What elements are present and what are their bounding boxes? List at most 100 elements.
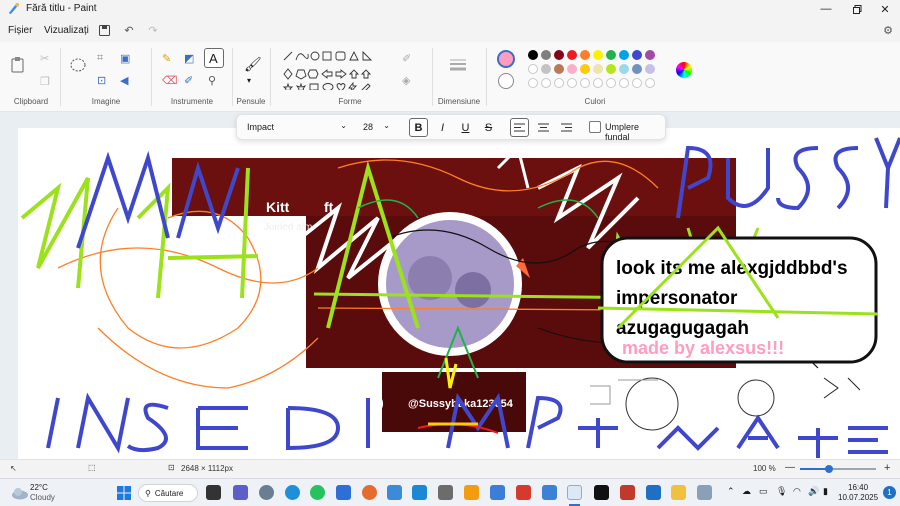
app-icon[interactable] [464,485,479,500]
fill-icon[interactable]: ◩ [184,52,198,66]
notifications-icon[interactable]: 1 [883,486,896,499]
font-size-select[interactable]: 28 ⌄ [357,118,395,137]
whatsapp-icon[interactable] [310,485,325,500]
bold-button[interactable]: B [409,118,428,137]
custom-color-slot[interactable] [632,78,642,88]
color-swatch[interactable] [567,50,577,60]
app-icon[interactable] [387,485,402,500]
app-l-icon[interactable] [412,485,427,500]
settings-icon[interactable]: ⚙ [880,22,896,38]
color-swatch[interactable] [645,50,655,60]
color-swatch[interactable] [580,50,590,60]
brush-icon[interactable]: 🖌 [244,56,262,72]
color-swatch[interactable] [528,64,538,74]
onedrive-icon[interactable]: ☁ [742,486,751,497]
app-icon[interactable] [620,485,635,500]
italic-button[interactable]: I [433,118,452,137]
minimize-button[interactable]: — [811,0,841,18]
magnifier-icon[interactable]: ⚲ [208,74,222,88]
color-swatch[interactable] [606,64,616,74]
fill-background-checkbox[interactable] [589,121,601,133]
app-icon[interactable] [594,485,609,500]
teams-icon[interactable] [233,485,248,500]
color-swatch[interactable] [593,50,603,60]
settings-app-icon[interactable] [259,485,274,500]
zoom-out-button[interactable]: — [785,462,795,473]
close-button[interactable]: ✕ [870,0,900,18]
chevron-down-icon[interactable]: ▾ [247,76,261,90]
custom-color-slot[interactable] [580,78,590,88]
edge-icon[interactable] [285,485,300,500]
color-swatch[interactable] [528,50,538,60]
underline-button[interactable]: U [456,118,475,137]
custom-color-slot[interactable] [593,78,603,88]
color-swatch[interactable] [645,64,655,74]
task-view-icon[interactable] [206,485,221,500]
align-right-button[interactable] [557,118,576,137]
color-swatch[interactable] [541,64,551,74]
color-swatch[interactable] [554,64,564,74]
zoom-slider-thumb[interactable] [825,465,833,473]
custom-color-slot[interactable] [567,78,577,88]
battery-icon[interactable]: ▮ [823,486,828,497]
shape-fill-icon[interactable]: ◈ [402,74,416,88]
clock-date[interactable]: 10.07.2025 [838,493,878,502]
color-swatch[interactable] [619,50,629,60]
app-icon[interactable] [542,485,557,500]
color-picker-icon[interactable]: ✐ [184,74,198,88]
app-icon[interactable] [697,485,712,500]
resize-icon[interactable]: ▣ [120,52,134,66]
font-family-select[interactable]: Impact ⌄ [241,118,353,137]
custom-color-slot[interactable] [554,78,564,88]
color-swatch[interactable] [606,50,616,60]
paste-icon[interactable] [10,56,26,74]
redo-icon[interactable]: ↷ [145,22,161,38]
align-left-button[interactable] [510,118,529,137]
chevron-up-icon[interactable]: ⌃ [727,486,735,497]
rotate-icon[interactable]: ◀ [120,74,134,88]
menu-file[interactable]: Fișier [8,25,32,36]
taskbar-search[interactable]: ⚲ Căutare [138,484,198,502]
outline-icon[interactable]: ✐ [402,52,416,66]
secondary-color-swatch[interactable] [498,73,514,89]
color-swatch[interactable] [567,64,577,74]
pencil-icon[interactable]: ✎ [162,52,176,66]
image-resize-icon[interactable]: ⊡ [97,74,111,88]
zoom-slider[interactable] [800,465,876,473]
save-icon[interactable] [96,22,112,38]
custom-color-slot[interactable] [645,78,655,88]
edit-colors-icon[interactable] [676,62,692,78]
app-icon[interactable] [516,485,531,500]
weather-temp[interactable]: 22°C [30,483,48,492]
select-icon[interactable] [70,57,86,73]
store-icon[interactable] [336,485,351,500]
copy-icon[interactable]: ❐ [40,75,54,89]
camera-icon[interactable] [438,485,453,500]
eraser-icon[interactable]: ⌫ [162,74,178,88]
wifi-icon[interactable]: ◠ [793,486,801,497]
custom-color-slot[interactable] [541,78,551,88]
line-size-icon[interactable] [450,58,468,72]
drawing-canvas[interactable]: Kitt ft Joined alm ol) @Sussybaka123654 [18,128,900,459]
custom-color-slot[interactable] [619,78,629,88]
maximize-button[interactable] [842,0,872,18]
file-explorer-icon[interactable] [671,485,686,500]
color-swatch[interactable] [632,64,642,74]
weather-desc[interactable]: Cloudy [30,493,55,502]
color-swatch[interactable] [593,64,603,74]
align-center-button[interactable] [534,118,553,137]
paint-taskbar-icon[interactable] [567,485,582,500]
undo-icon[interactable]: ↶ [121,22,137,38]
color-swatch[interactable] [632,50,642,60]
microphone-icon[interactable]: 🎙 [776,486,787,497]
color-swatch[interactable] [619,64,629,74]
primary-color-swatch[interactable] [497,50,515,68]
network-icon[interactable]: ▭ [759,486,768,497]
custom-color-slot[interactable] [606,78,616,88]
crop-icon[interactable]: ⌗ [97,52,111,66]
custom-color-slot[interactable] [528,78,538,88]
menu-view[interactable]: Vizualizați [44,25,89,36]
mail-icon[interactable] [646,485,661,500]
color-swatch[interactable] [541,50,551,60]
strikethrough-button[interactable]: S [479,118,498,137]
